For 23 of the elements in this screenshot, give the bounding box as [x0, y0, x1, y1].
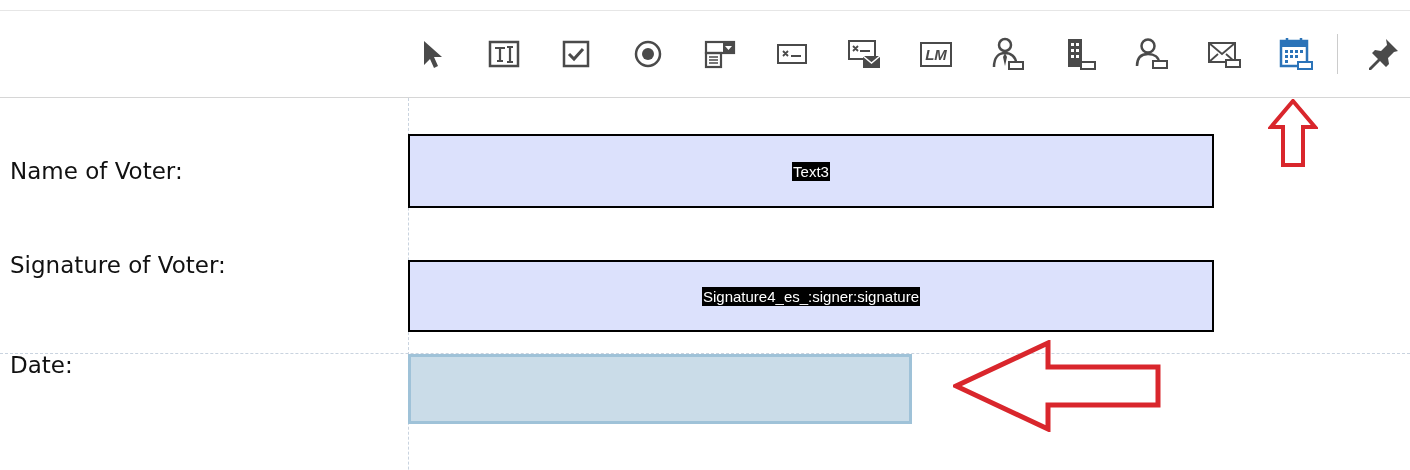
- up-arrow-icon: [1268, 99, 1318, 167]
- text-field-icon[interactable]: [488, 39, 520, 69]
- lm-label-button[interactable]: LM: [920, 41, 952, 67]
- checkbox-icon[interactable]: [561, 39, 591, 69]
- radio-button-icon[interactable]: [633, 39, 663, 69]
- field-label: Signature of Voter:: [9, 252, 227, 278]
- envelope-icon[interactable]: [1207, 39, 1241, 69]
- pin-icon[interactable]: [1366, 37, 1400, 71]
- calendar-icon[interactable]: [1279, 37, 1313, 71]
- field-name: Signature4_es_:signer:signature: [702, 286, 920, 306]
- dropdown-list-icon[interactable]: [704, 39, 736, 69]
- field-label: Name of Voter:: [9, 158, 184, 184]
- field-name: Text3: [792, 161, 830, 181]
- field-label: Date:: [9, 352, 74, 378]
- signature-field[interactable]: Signature4_es_:signer:signature: [408, 260, 1214, 332]
- left-arrow-icon: [953, 340, 1163, 432]
- input-field-icon[interactable]: [776, 42, 808, 66]
- text-field[interactable]: Text3: [408, 134, 1214, 208]
- person-tie-icon[interactable]: [992, 37, 1024, 71]
- person-icon[interactable]: [1135, 37, 1169, 71]
- envelope-field-icon[interactable]: [847, 38, 881, 70]
- pointer-icon[interactable]: [421, 39, 443, 69]
- date-field[interactable]: [408, 354, 912, 424]
